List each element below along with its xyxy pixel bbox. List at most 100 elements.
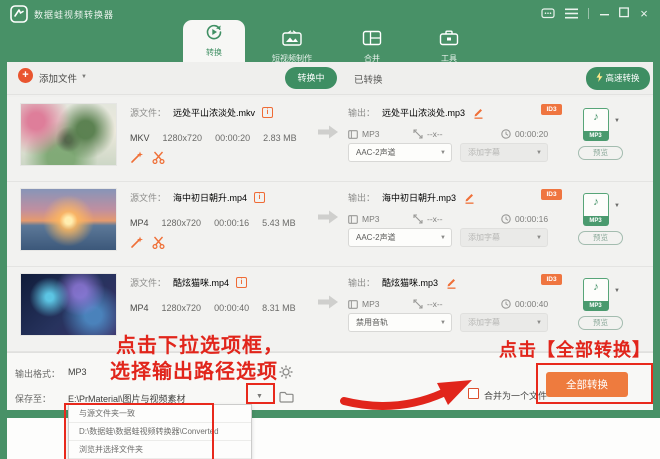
target-format-label: MP3: [582, 215, 609, 226]
tab-tools[interactable]: 工具: [424, 30, 474, 63]
target-format-button[interactable]: ♪ MP3: [582, 193, 609, 226]
subtitle-select: 添加字幕 ▼: [460, 228, 548, 247]
size-value: 2.83 MB: [263, 133, 297, 143]
convert-direction-arrow-icon: [318, 210, 338, 224]
gear-icon[interactable]: [279, 365, 293, 379]
chevron-down-icon: ▼: [440, 235, 446, 241]
output-duration-meta: 00:00:16: [501, 214, 548, 224]
format-caret-icon[interactable]: ▼: [614, 118, 620, 124]
annotation-line2: 选择输出路径选项: [110, 361, 278, 383]
tab-convert[interactable]: 转换: [183, 20, 245, 62]
tab-merge[interactable]: 合并: [346, 30, 398, 63]
highlight-box-path-menu: [64, 403, 214, 459]
output-format-value: MP3: [362, 214, 380, 224]
id3-tag-button[interactable]: ID3: [541, 189, 562, 200]
rename-pencil-icon[interactable]: [472, 107, 484, 119]
video-thumbnail[interactable]: [20, 188, 117, 251]
audio-option-value: AAC-2声道: [356, 148, 396, 157]
clock-icon: [501, 214, 511, 224]
output-format-value[interactable]: MP3: [68, 367, 87, 377]
preview-button[interactable]: 预览: [578, 231, 623, 245]
id3-tag-button[interactable]: ID3: [541, 274, 562, 285]
audio-track-select[interactable]: AAC-2声道 ▼: [348, 143, 452, 162]
subtitle-option-value: 添加字幕: [468, 233, 500, 242]
highlight-box-save-caret: [246, 383, 275, 404]
titlebar-divider: [588, 8, 589, 19]
music-note-icon: ♪: [593, 281, 599, 293]
rename-pencil-icon[interactable]: [463, 192, 475, 204]
minimize-icon: [599, 14, 609, 16]
info-icon[interactable]: i: [236, 277, 248, 288]
source-filename: 酷炫猫咪.mp4: [173, 278, 230, 288]
subtitle-option-value: 添加字幕: [468, 148, 500, 157]
resize-arrows-icon: [413, 299, 423, 309]
output-filename: 酷炫猫咪.mp3: [382, 278, 439, 288]
source-filename: 海中初日朝升.mp4: [173, 193, 248, 203]
duration-value: 00:00:40: [214, 303, 250, 313]
lightning-icon: [596, 72, 603, 82]
target-format-button[interactable]: ♪ MP3: [582, 108, 609, 141]
close-button[interactable]: ×: [636, 6, 652, 22]
tab-converting[interactable]: 转换中: [285, 67, 337, 89]
media-type-icon: [348, 214, 358, 224]
feedback-icon[interactable]: [541, 8, 555, 20]
tools-icon: [439, 30, 459, 46]
merge-icon: [362, 30, 382, 46]
effects-wand-icon[interactable]: [130, 151, 143, 164]
preview-button[interactable]: 预览: [578, 146, 623, 160]
output-duration-value: 00:00:20: [515, 129, 549, 139]
add-file-icon[interactable]: +: [18, 68, 33, 83]
output-format-value: MP3: [362, 129, 380, 139]
output-filename: 远处平山浓淡处.mp3: [382, 108, 466, 118]
info-icon[interactable]: i: [262, 107, 274, 118]
maximize-button[interactable]: [616, 6, 632, 22]
menu-icon[interactable]: [565, 8, 578, 19]
video-thumbnail[interactable]: [20, 103, 117, 166]
source-filename: 远处平山浓淡处.mkv: [173, 108, 256, 118]
minimize-button[interactable]: [596, 6, 612, 22]
fast-convert-button[interactable]: 高速转换: [586, 67, 650, 90]
resolution-value: 1280x720: [161, 218, 202, 228]
add-file-caret-icon[interactable]: ▼: [81, 74, 87, 80]
format-caret-icon[interactable]: ▼: [614, 203, 620, 209]
source-label: 源文件：: [130, 193, 167, 203]
id3-tag-button[interactable]: ID3: [541, 104, 562, 115]
subtitle-select: 添加字幕 ▼: [460, 313, 548, 332]
folder-icon[interactable]: [279, 391, 294, 403]
info-icon[interactable]: i: [254, 192, 266, 203]
chevron-down-icon: ▼: [536, 150, 542, 156]
app-title: 数据蛙视频转换器: [34, 10, 115, 20]
video-thumbnail[interactable]: [20, 273, 117, 336]
tab-label: 转换: [206, 48, 222, 57]
output-label: 输出：: [348, 278, 376, 288]
output-format-value: MP3: [362, 299, 380, 309]
audio-track-select[interactable]: 禁用音轨 ▼: [348, 313, 452, 332]
red-arrow-icon: [340, 380, 472, 410]
cut-scissors-icon[interactable]: [152, 236, 165, 249]
size-value: 5.43 MB: [262, 218, 296, 228]
size-value: 8.31 MB: [262, 303, 296, 313]
effects-wand-icon[interactable]: [130, 236, 143, 249]
target-format-button[interactable]: ♪ MP3: [582, 278, 609, 311]
rename-pencil-icon[interactable]: [445, 277, 457, 289]
output-duration-meta: 00:00:40: [501, 299, 548, 309]
highlight-box-convert-all: [536, 363, 653, 404]
audio-option-value: AAC-2声道: [356, 233, 396, 242]
output-format-meta: MP3: [348, 129, 379, 139]
add-file-button[interactable]: 添加文件: [39, 71, 77, 85]
audio-track-select[interactable]: AAC-2声道 ▼: [348, 228, 452, 247]
output-resolution-meta: --x--: [413, 129, 443, 139]
media-type-icon: [348, 129, 358, 139]
cut-scissors-icon[interactable]: [152, 151, 165, 164]
output-label: 输出：: [348, 193, 376, 203]
format-caret-icon[interactable]: ▼: [614, 288, 620, 294]
tab-converted[interactable]: 已转换: [354, 72, 383, 86]
output-filename: 海中初日朝升.mp3: [382, 193, 457, 203]
source-label: 源文件：: [130, 278, 167, 288]
format-value: MP4: [130, 218, 149, 228]
tab-short-video[interactable]: 短视频制作: [262, 30, 322, 63]
tab-bar: 转换 短视频制作 合并 工具: [0, 20, 660, 63]
source-meta: MP4 1280x720 00:00:40 8.31 MB: [130, 303, 296, 313]
preview-button[interactable]: 预览: [578, 316, 623, 330]
output-resolution-value: --x--: [427, 299, 443, 309]
